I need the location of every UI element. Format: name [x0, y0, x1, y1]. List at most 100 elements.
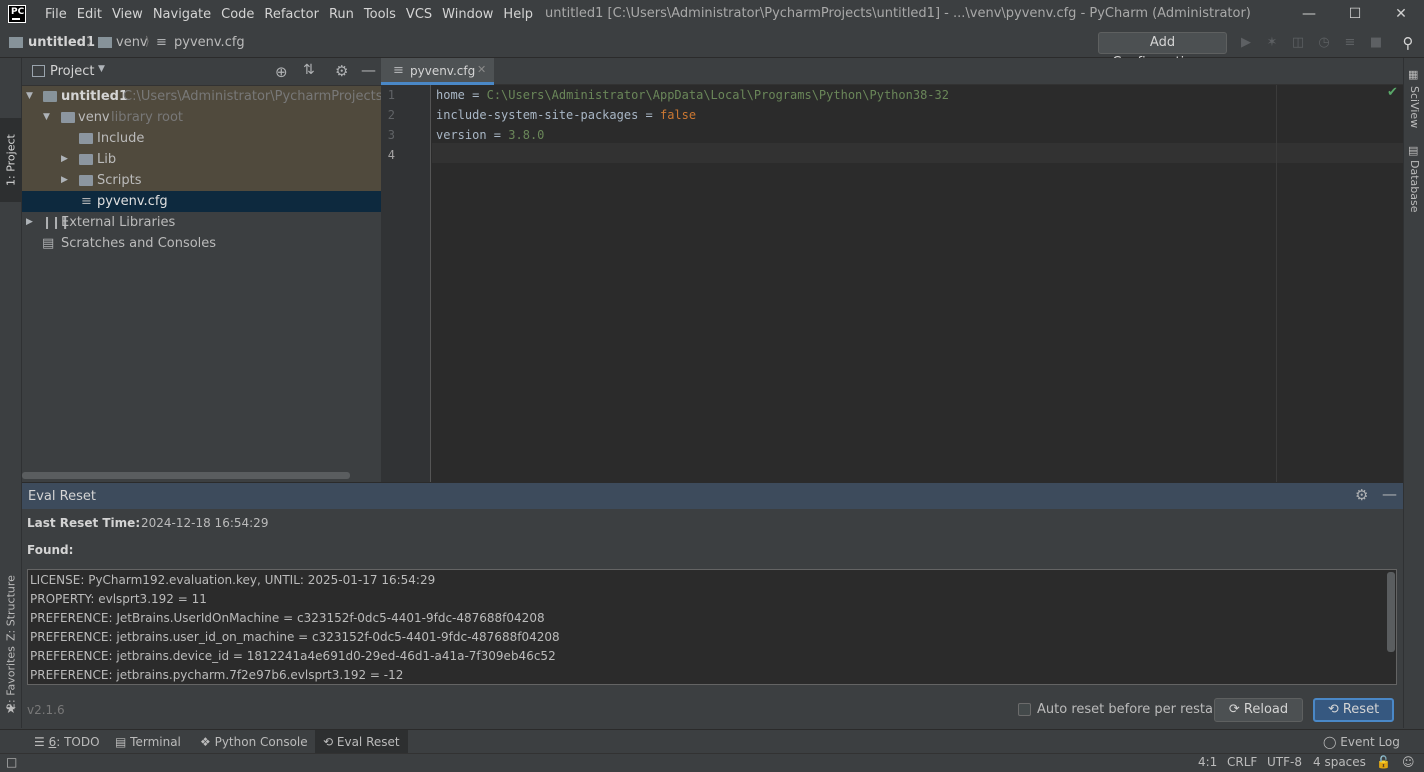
editor-tab-bar: ≡ pyvenv.cfg ✕	[381, 58, 1403, 85]
menu-view[interactable]: View	[107, 7, 148, 22]
tree-label: pyvenv.cfg	[97, 194, 168, 209]
folder-icon	[79, 175, 93, 186]
close-window-icon[interactable]: ✕	[1378, 0, 1424, 29]
status-bar: □ 4:1 CRLF UTF-8 4 spaces 🔓 ☺	[0, 753, 1424, 772]
reset-label: Reset	[1342, 702, 1380, 717]
star-icon: ★	[5, 702, 17, 717]
collapsed-arrow-icon: ▶	[61, 154, 68, 164]
current-line-highlight	[432, 143, 1403, 163]
tree-row-scratches[interactable]: ▤ Scratches and Consoles	[22, 233, 381, 254]
tool-tab-sciview[interactable]: SciView	[1404, 84, 1424, 130]
breadcrumb-project[interactable]: untitled1	[28, 35, 95, 50]
tool-tab-terminal[interactable]: ▤ Terminal	[107, 730, 189, 754]
build-icon[interactable]: ≡	[1342, 35, 1358, 51]
editor-tab-pyvenv-cfg[interactable]: ≡ pyvenv.cfg ✕	[381, 58, 494, 85]
version-label: v2.1.6	[27, 703, 65, 717]
project-panel-title[interactable]: Project	[50, 64, 94, 79]
code-key: version	[436, 128, 487, 142]
menu-run[interactable]: Run	[324, 7, 359, 22]
tree-row-pyvenv-cfg[interactable]: ≡ pyvenv.cfg	[22, 191, 381, 212]
gear-icon[interactable]: ⚙	[1355, 486, 1368, 504]
chevron-down-icon[interactable]: ▼	[98, 64, 105, 74]
tool-tab-project-label: 1: Project	[4, 134, 18, 186]
menu-help[interactable]: Help	[498, 7, 538, 22]
terminal-label: Terminal	[130, 735, 181, 749]
menu-code[interactable]: Code	[216, 7, 259, 22]
collapse-all-icon[interactable]: ⇅	[303, 62, 315, 78]
coverage-icon[interactable]: ◫	[1290, 35, 1306, 51]
tool-tab-python-console[interactable]: ❖ Python Console	[192, 730, 316, 754]
tree-row-venv[interactable]: ▼ venv library root	[22, 107, 381, 128]
found-item: PROPERTY: evlsprt3.192 = 11	[30, 592, 207, 606]
tool-windows-toggle-icon[interactable]: □	[6, 754, 17, 772]
right-margin-guide	[1276, 85, 1277, 482]
project-view-icon	[32, 65, 45, 77]
tree-label: Include	[97, 131, 145, 146]
menu-tools[interactable]: Tools	[359, 7, 401, 22]
code-line-1[interactable]: home = C:\Users\Administrator\AppData\Lo…	[436, 88, 949, 102]
found-item: PREFERENCE: JetBrains.UserIdOnMachine = …	[30, 611, 545, 625]
run-icon[interactable]: ▶	[1238, 35, 1254, 51]
line-separator[interactable]: CRLF	[1227, 754, 1257, 772]
caret-position[interactable]: 4:1	[1198, 754, 1217, 772]
menu-refactor[interactable]: Refactor	[259, 7, 324, 22]
tree-label: Lib	[97, 152, 117, 167]
maximize-icon[interactable]: ☐	[1332, 0, 1378, 29]
stop-icon[interactable]: ■	[1368, 35, 1384, 51]
horizontal-scrollbar[interactable]	[22, 472, 350, 479]
vertical-scrollbar[interactable]	[1387, 572, 1395, 652]
indent-setting[interactable]: 4 spaces	[1313, 754, 1366, 772]
tool-tab-database[interactable]: Database	[1404, 158, 1424, 214]
tree-row-include[interactable]: Include	[22, 128, 381, 149]
found-list[interactable]: LICENSE: PyCharm192.evaluation.key, UNTI…	[27, 569, 1397, 685]
auto-reset-checkbox[interactable]	[1018, 703, 1031, 716]
line-number: 2	[387, 108, 395, 122]
menu-window[interactable]: Window	[437, 7, 498, 22]
tree-label: Scratches and Consoles	[61, 236, 217, 251]
reload-button[interactable]: ⟳ Reload	[1214, 698, 1303, 722]
tree-row-external-libraries[interactable]: ▶ ❙❙❙ External Libraries	[22, 212, 381, 233]
menu-file[interactable]: File	[40, 7, 72, 22]
tree-row-scripts[interactable]: ▶ Scripts	[22, 170, 381, 191]
code-op: =	[486, 128, 509, 142]
todo-icon: ☰	[34, 735, 45, 749]
tool-tab-todo[interactable]: ☰ 6: TODO	[26, 730, 108, 754]
found-label: Found:	[27, 543, 74, 557]
tool-tab-event-log[interactable]: ◯ Event Log	[1315, 730, 1408, 754]
tree-label: untitled1	[61, 89, 129, 104]
locate-icon[interactable]: ⊕	[275, 63, 288, 81]
debug-icon[interactable]: ✶	[1264, 35, 1280, 51]
code-value: false	[659, 108, 697, 122]
menu-edit[interactable]: Edit	[72, 7, 107, 22]
profile-icon[interactable]: ◷	[1316, 35, 1332, 51]
folder-icon	[79, 154, 93, 165]
hide-icon[interactable]: —	[361, 61, 376, 79]
eval-reset-title: Eval Reset	[28, 489, 96, 504]
breadcrumb-file[interactable]: pyvenv.cfg	[174, 35, 245, 50]
code-line-2[interactable]: include-system-site-packages = false	[436, 108, 696, 122]
add-configuration-button[interactable]: Add Configuration...	[1098, 32, 1227, 70]
menu-vcs[interactable]: VCS	[401, 7, 437, 22]
reset-button[interactable]: ⟲ Reset	[1313, 698, 1394, 722]
code-line-3[interactable]: version = 3.8.0	[436, 128, 544, 142]
close-tab-icon[interactable]: ✕	[477, 63, 486, 76]
file-encoding[interactable]: UTF-8	[1267, 754, 1302, 772]
breadcrumb-venv[interactable]: venv	[116, 35, 148, 50]
line-number: 4	[387, 148, 395, 162]
tool-tab-project[interactable]: 1: Project	[0, 118, 22, 202]
config-file-icon: ≡	[156, 35, 167, 50]
hide-icon[interactable]: —	[1382, 485, 1397, 503]
inspector-icon[interactable]: ☺	[1402, 754, 1415, 772]
tool-tab-eval-reset[interactable]: ⟲ Eval Reset	[315, 730, 408, 754]
tree-row-lib[interactable]: ▶ Lib	[22, 149, 381, 170]
expanded-arrow-icon: ▼	[26, 91, 33, 101]
lock-icon[interactable]: 🔓	[1376, 754, 1391, 772]
tree-row-project-root[interactable]: ▼ untitled1 C:\Users\Administrator\Pycha…	[22, 86, 445, 107]
search-icon[interactable]: ⚲	[1400, 35, 1416, 51]
menu-navigate[interactable]: Navigate	[148, 7, 216, 22]
folder-icon	[9, 37, 23, 48]
minimize-icon[interactable]: —	[1286, 0, 1332, 29]
folder-icon	[61, 112, 75, 123]
gear-icon[interactable]: ⚙	[335, 62, 348, 80]
tool-window-tabs: ☰ 6: TODO ▤ Terminal ❖ Python Console ⟲ …	[0, 729, 1424, 754]
